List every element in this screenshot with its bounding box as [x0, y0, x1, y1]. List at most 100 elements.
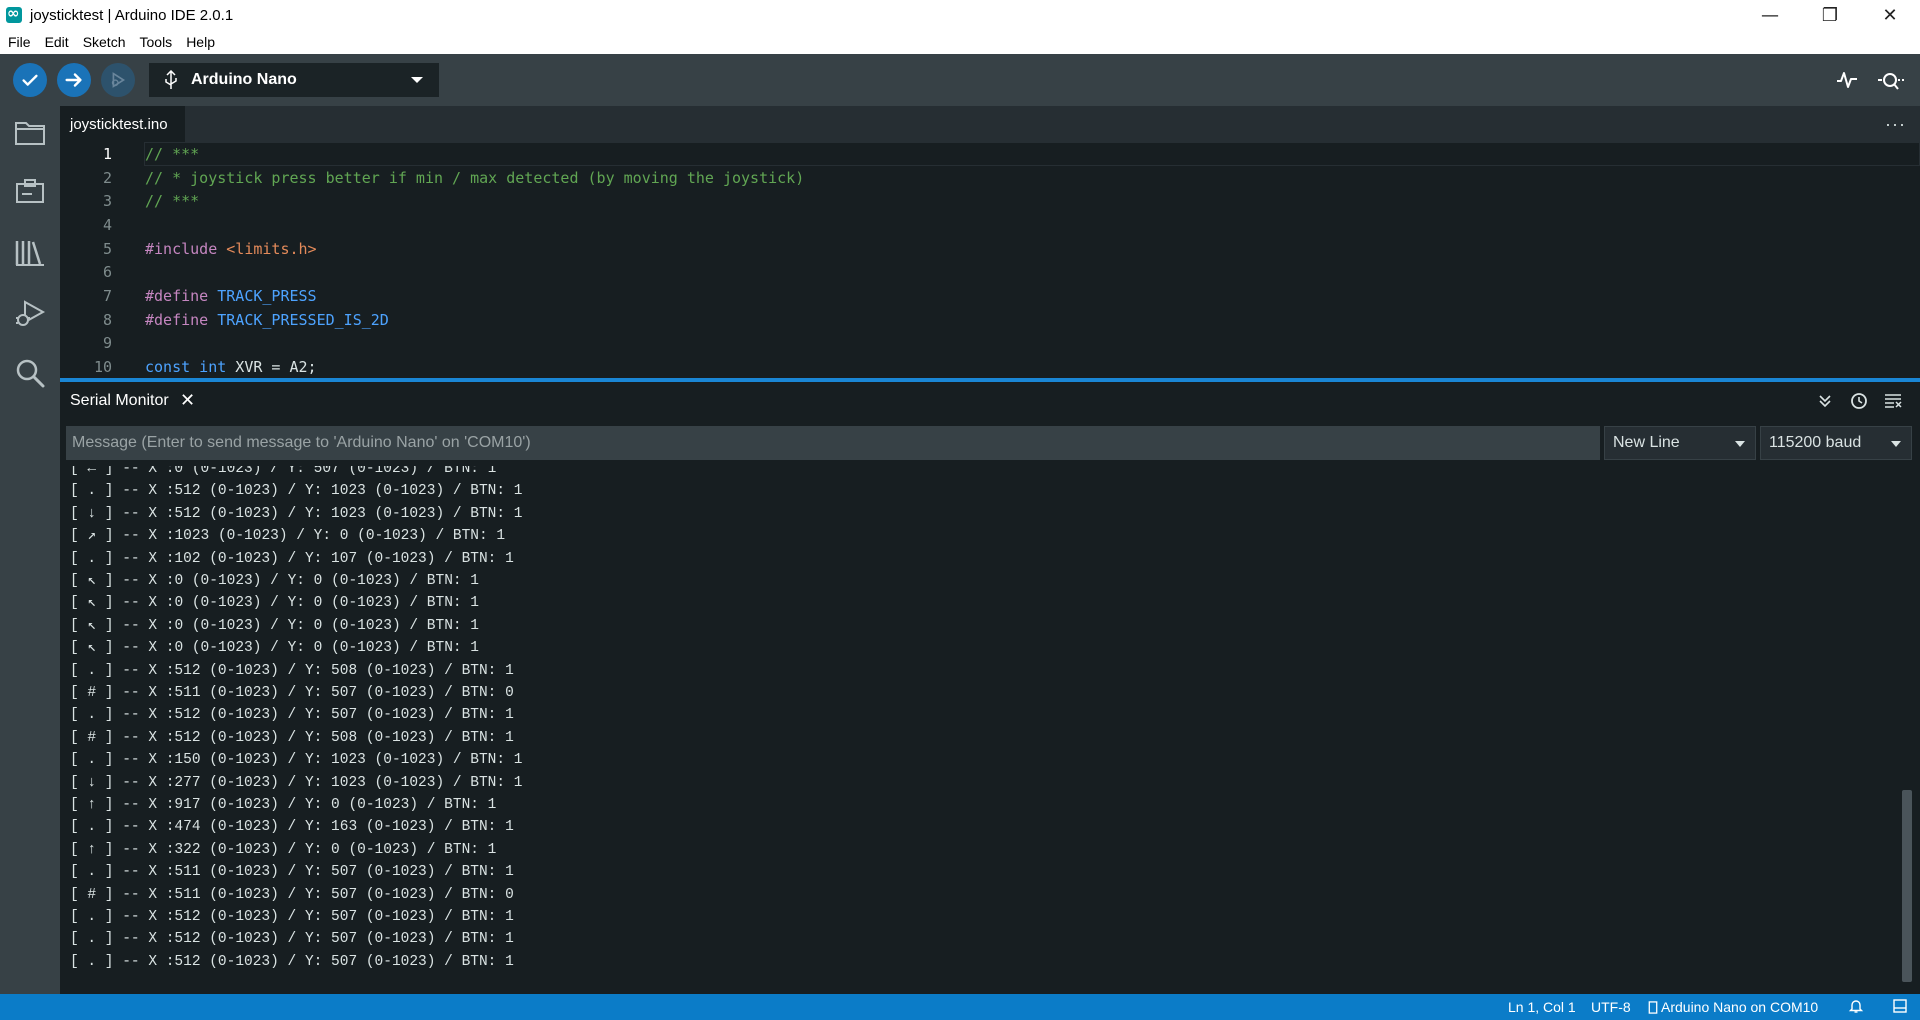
- code-line: 2 // * joystick press better if min / ma…: [60, 166, 1920, 190]
- output-line: [ . ] -- X :511 (0-1023) / Y: 507 (0-102…: [70, 864, 514, 881]
- code-line: 8 #define TRACK_PRESSED_IS_2D: [60, 308, 1920, 332]
- message-input[interactable]: [66, 426, 1600, 460]
- toolbar-right: [1832, 54, 1920, 106]
- file-encoding[interactable]: UTF-8: [1591, 999, 1631, 1015]
- clear-output-button[interactable]: [1876, 390, 1910, 412]
- output-line: [ ↗ ] -- X :1023 (0-1023) / Y: 0 (0-1023…: [70, 528, 506, 545]
- serial-input-row: New Line 115200 baud: [60, 424, 1920, 462]
- verify-icon: [22, 74, 38, 86]
- line-number: 7: [102, 287, 112, 306]
- output-line: [ ↖ ] -- X :0 (0-1023) / Y: 0 (0-1023) /…: [70, 595, 479, 612]
- line-number: 9: [102, 334, 112, 353]
- close-window-button[interactable]: ✕: [1860, 0, 1920, 30]
- preprocessor-keyword: #define: [145, 310, 209, 329]
- line-number: 5: [102, 239, 112, 258]
- output-line: [ ↑ ] -- X :917 (0-1023) / Y: 0 (0-1023)…: [70, 797, 497, 813]
- editor-tab-bar: joysticktest.ino ···: [60, 106, 1920, 142]
- search-button[interactable]: [13, 356, 47, 390]
- arduino-logo-icon: [6, 4, 22, 23]
- output-line: [ . ] -- X :512 (0-1023) / Y: 507 (0-102…: [70, 909, 514, 925]
- maximize-button[interactable]: ❐: [1800, 0, 1860, 30]
- chevron-down-icon: [1891, 441, 1901, 447]
- output-line: [ ↓ ] -- X :277 (0-1023) / Y: 1023 (0-10…: [70, 774, 523, 791]
- code-text: #include <limits.h>: [145, 240, 317, 258]
- search-icon: [16, 359, 45, 388]
- code-line: 6: [60, 261, 1920, 285]
- board-selector[interactable]: Arduino Nano: [149, 63, 439, 97]
- serial-monitor-icon: [1878, 73, 1904, 90]
- boards-manager-button[interactable]: [13, 176, 47, 210]
- macro-name: TRACK_PRESS: [208, 287, 317, 306]
- library-manager-button[interactable]: [13, 236, 47, 270]
- activity-bar: [0, 106, 60, 994]
- baud-rate-select[interactable]: 115200 baud: [1760, 426, 1912, 460]
- line-ending-select[interactable]: New Line: [1604, 426, 1756, 460]
- menu-tools[interactable]: Tools: [133, 34, 180, 50]
- board-name: Arduino Nano: [191, 71, 297, 88]
- menu-sketch[interactable]: Sketch: [76, 34, 133, 50]
- code-rest: XVR = A2;: [226, 358, 317, 377]
- serial-output[interactable]: [ ← ] -- X :0 (0-1023) / Y: 507 (0-1023)…: [60, 466, 1900, 994]
- title-bar: joysticktest | Arduino IDE 2.0.1 — ❐ ✕: [0, 0, 1920, 30]
- panel-toggle-icon: [1893, 999, 1907, 1013]
- code-line: 10 const int XVR = A2;: [60, 355, 1920, 378]
- menu-edit[interactable]: Edit: [38, 34, 76, 50]
- sketchbook-icon: [15, 122, 45, 145]
- double-chevron-down-icon: [1819, 395, 1831, 408]
- window-controls: — ❐ ✕: [1740, 0, 1920, 30]
- serial-plotter-icon: [1837, 72, 1857, 88]
- code-line: 7 #define TRACK_PRESS: [60, 284, 1920, 308]
- toggle-timestamp-button[interactable]: [1842, 390, 1876, 412]
- chevron-down-icon: [1735, 441, 1745, 447]
- macro-name: TRACK_PRESSED_IS_2D: [208, 310, 389, 329]
- menu-bar: File Edit Sketch Tools Help: [0, 30, 1920, 54]
- cursor-position[interactable]: Ln 1, Col 1: [1508, 999, 1576, 1015]
- code-text: // ***: [145, 192, 200, 211]
- output-line: [ ↑ ] -- X :322 (0-1023) / Y: 0 (0-1023)…: [70, 841, 497, 858]
- library-manager-icon: [15, 241, 44, 266]
- debug-button[interactable]: [101, 63, 135, 97]
- upload-icon: [65, 73, 82, 87]
- chevron-down-icon: [411, 77, 423, 83]
- output-panel-button[interactable]: [1892, 998, 1908, 1017]
- line-number: 3: [102, 192, 112, 211]
- boards-manager-icon: [16, 179, 44, 203]
- minimize-button[interactable]: —: [1740, 0, 1800, 30]
- output-line: [ . ] -- X :512 (0-1023) / Y: 507 (0-102…: [70, 931, 514, 948]
- debug-icon: [111, 72, 126, 88]
- output-line: [ ↖ ] -- X :0 (0-1023) / Y: 0 (0-1023) /…: [70, 573, 479, 589]
- menu-file[interactable]: File: [0, 34, 38, 50]
- code-line: 3 // ***: [60, 189, 1920, 213]
- code-editor[interactable]: 1 // *** 2 // * joystick press better if…: [60, 142, 1920, 378]
- code-text: // ***: [145, 144, 200, 163]
- usb-icon: [165, 70, 177, 89]
- output-scrollbar[interactable]: [1902, 790, 1912, 982]
- menu-help[interactable]: Help: [179, 34, 222, 50]
- output-line: [ # ] -- X :512 (0-1023) / Y: 508 (0-102…: [70, 729, 514, 746]
- code-line: 5 #include <limits.h>: [60, 237, 1920, 261]
- board-status[interactable]: Arduino Nano on COM10: [1648, 999, 1818, 1015]
- upload-button[interactable]: [57, 63, 91, 97]
- notifications-button[interactable]: [1848, 998, 1864, 1017]
- line-number: 8: [102, 310, 112, 329]
- verify-button[interactable]: [13, 63, 47, 97]
- code-line: 4: [60, 213, 1920, 237]
- line-number: 10: [93, 358, 112, 377]
- serial-monitor-header: Serial Monitor ✕: [60, 382, 1920, 420]
- output-line: [ ↖ ] -- X :0 (0-1023) / Y: 0 (0-1023) /…: [70, 617, 479, 634]
- sketchbook-button[interactable]: [13, 116, 47, 150]
- tab-label: joysticktest.ino: [70, 115, 168, 133]
- tab-joysticktest[interactable]: joysticktest.ino: [60, 106, 185, 142]
- output-line: [ . ] -- X :512 (0-1023) / Y: 507 (0-102…: [70, 707, 514, 724]
- toggle-autoscroll-button[interactable]: [1808, 390, 1842, 412]
- type-keyword: const int: [145, 358, 227, 377]
- code-text: #define TRACK_PRESS: [145, 287, 317, 305]
- serial-plotter-button[interactable]: [1832, 65, 1862, 95]
- close-icon[interactable]: ✕: [180, 390, 195, 411]
- more-actions-icon[interactable]: ···: [1885, 114, 1906, 135]
- board-file-icon: [1648, 1001, 1658, 1014]
- bell-icon: [1848, 1000, 1864, 1013]
- output-line: [ ↓ ] -- X :512 (0-1023) / Y: 1023 (0-10…: [70, 505, 523, 522]
- debug-panel-button[interactable]: [13, 296, 47, 330]
- serial-monitor-button[interactable]: [1876, 65, 1906, 95]
